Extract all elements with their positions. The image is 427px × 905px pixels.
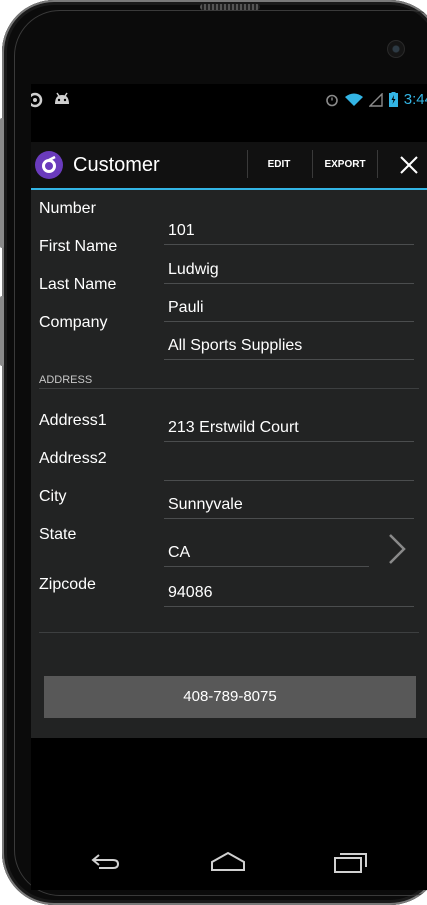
company-label: Company <box>39 314 108 331</box>
wifi-icon <box>344 93 363 106</box>
action-bar: Customer EDIT EXPORT <box>31 142 427 190</box>
customer-form: Number 101 First Name Ludwig Last Name P… <box>31 190 427 738</box>
first-name-field[interactable]: Ludwig <box>164 255 414 284</box>
number-field[interactable]: 101 <box>164 216 414 245</box>
state-value: CA <box>168 544 191 561</box>
home-icon[interactable] <box>208 846 248 876</box>
front-camera <box>387 40 405 58</box>
status-left-icons <box>31 92 71 108</box>
number-label: Number <box>39 200 96 217</box>
phone-number-button[interactable]: 408-789-8075 <box>44 676 416 718</box>
empty-area <box>31 738 427 838</box>
action-separator <box>312 150 313 178</box>
city-field[interactable]: Sunnyvale <box>164 490 414 519</box>
app-logo-icon[interactable] <box>35 151 63 179</box>
address-section-header: ADDRESS <box>39 374 93 386</box>
address2-label: Address2 <box>39 450 107 467</box>
address1-label: Address1 <box>39 412 107 429</box>
section-divider <box>39 632 419 633</box>
city-value: Sunnyvale <box>168 496 243 513</box>
city-label: City <box>39 488 67 505</box>
android-icon <box>55 92 69 104</box>
state-field[interactable]: CA <box>164 538 369 567</box>
status-right-icons: 3:44 <box>325 91 427 108</box>
number-value: 101 <box>168 222 195 239</box>
sync-icon <box>31 92 43 108</box>
recent-apps-icon[interactable] <box>331 846 371 876</box>
last-name-field[interactable]: Pauli <box>164 293 414 322</box>
navigation-bar <box>31 838 427 890</box>
last-name-value: Pauli <box>168 299 204 316</box>
volume-button <box>0 118 4 248</box>
page-title: Customer <box>73 154 160 176</box>
state-label: State <box>39 526 77 543</box>
last-name-label: Last Name <box>39 276 117 293</box>
chevron-right-icon[interactable] <box>386 532 408 566</box>
screen: 3:44 Customer EDIT EXPORT Number 101 Fir… <box>31 84 427 890</box>
address2-field[interactable] <box>164 452 414 481</box>
zipcode-field[interactable]: 94086 <box>164 578 414 607</box>
address1-value: 213 Erstwild Court <box>168 419 299 436</box>
first-name-label: First Name <box>39 238 118 255</box>
first-name-value: Ludwig <box>168 261 219 278</box>
close-icon[interactable] <box>396 152 422 178</box>
power-button <box>0 296 4 366</box>
zipcode-value: 94086 <box>168 584 213 601</box>
signal-icon <box>368 92 383 107</box>
action-separator <box>377 150 378 178</box>
action-separator <box>247 150 248 178</box>
status-time: 3:44 <box>403 91 427 108</box>
battery-icon <box>388 92 398 107</box>
company-field[interactable]: All Sports Supplies <box>164 331 414 360</box>
alarm-icon <box>325 94 338 106</box>
export-button[interactable]: EXPORT <box>317 150 373 180</box>
address1-field[interactable]: 213 Erstwild Court <box>164 413 414 442</box>
company-value: All Sports Supplies <box>168 337 303 354</box>
status-bar: 3:44 <box>31 84 427 114</box>
back-icon[interactable] <box>85 846 125 876</box>
earpiece-speaker <box>200 4 260 10</box>
zipcode-label: Zipcode <box>39 576 96 593</box>
edit-button[interactable]: EDIT <box>255 150 303 180</box>
section-divider <box>39 388 419 389</box>
